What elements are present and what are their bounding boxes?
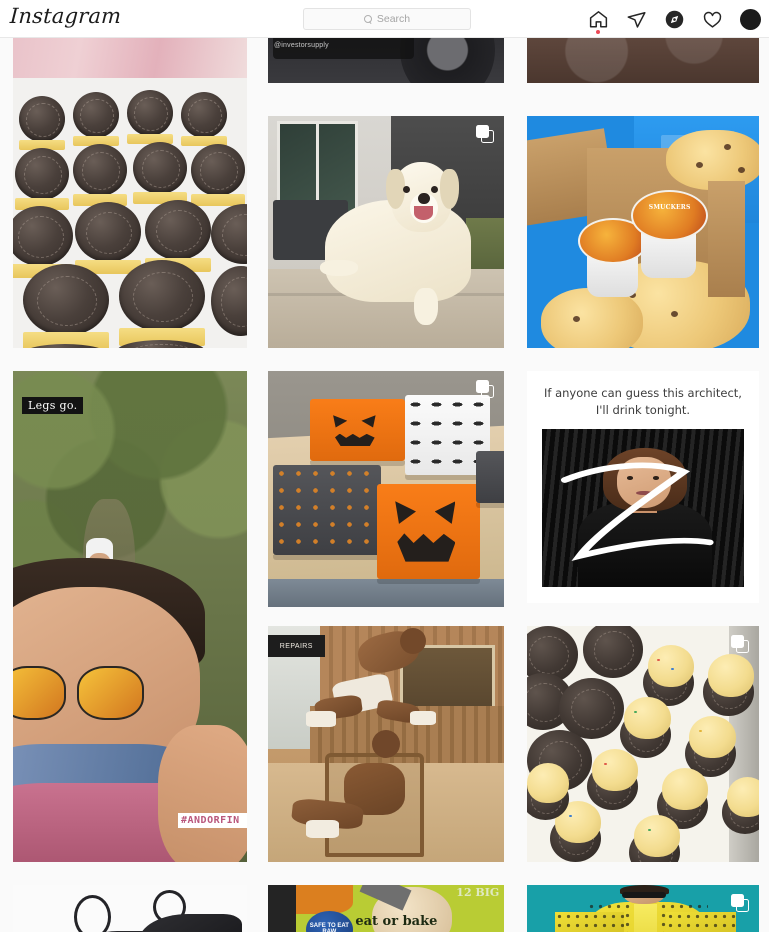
direct-message-icon[interactable] — [625, 8, 647, 30]
post-thumbnail — [13, 371, 247, 862]
explore-post[interactable] — [527, 885, 759, 932]
carousel-icon — [731, 894, 749, 912]
explore-post[interactable] — [268, 116, 504, 348]
post-thumbnail — [527, 885, 759, 932]
explore-grid: @investorsupply SMUCKERS Legs go. #ANDOR… — [0, 38, 769, 932]
explore-post[interactable] — [13, 78, 247, 348]
quote-line-1: If anyone can guess this architect, — [544, 385, 742, 400]
post-thumbnail: REPAIRS — [268, 626, 504, 862]
carousel-icon — [476, 125, 494, 143]
post-thumbnail — [13, 885, 247, 932]
search-icon — [363, 14, 373, 24]
post-thumbnail — [527, 38, 759, 83]
post-thumbnail — [527, 626, 759, 862]
explore-post[interactable]: REPAIRS — [268, 626, 504, 862]
explore-post[interactable]: SAFE TO EAT RAW eat or bake Limited Edit… — [268, 885, 504, 932]
explore-compass-icon[interactable] — [663, 8, 685, 30]
avatar-image — [739, 8, 761, 30]
search-placeholder: Search — [363, 13, 411, 25]
carousel-icon — [476, 380, 494, 398]
video-hashtag-overlay: #ANDORFIN — [178, 813, 247, 828]
profile-avatar[interactable] — [739, 8, 761, 30]
explore-post[interactable] — [268, 371, 504, 607]
quote-text: If anyone can guess this architect, I'll… — [541, 385, 745, 418]
eat-or-bake-text: eat or bake — [355, 913, 438, 929]
post-thumbnail — [13, 38, 247, 83]
search-placeholder-text: Search — [376, 13, 411, 25]
post-thumbnail — [268, 371, 504, 607]
activity-heart-icon[interactable] — [701, 8, 723, 30]
explore-post[interactable] — [13, 885, 247, 932]
video-caption-overlay: Legs go. — [22, 397, 84, 414]
instagram-logo[interactable]: Instagram — [9, 4, 122, 28]
pack-count-text: 12 BIG — [456, 885, 500, 899]
post-thumbnail: SMUCKERS — [527, 116, 759, 348]
post-thumbnail: SAFE TO EAT RAW eat or bake Limited Edit… — [268, 885, 504, 932]
search-input[interactable]: Search — [303, 8, 471, 30]
nav-icons — [587, 0, 761, 38]
explore-post[interactable]: If anyone can guess this architect, I'll… — [527, 371, 759, 603]
home-notification-dot — [596, 30, 600, 34]
home-icon[interactable] — [587, 8, 609, 34]
explore-post[interactable] — [527, 38, 759, 83]
app-header: Instagram Search — [0, 0, 769, 38]
quote-line-2: I'll drink tonight. — [595, 402, 691, 417]
post-thumbnail — [13, 78, 247, 348]
explore-post[interactable]: SMUCKERS — [527, 116, 759, 348]
post-thumbnail: If anyone can guess this architect, I'll… — [527, 371, 759, 603]
shop-sign-text: REPAIRS — [268, 635, 325, 657]
post-watermark: @investorsupply — [274, 42, 329, 49]
explore-post[interactable] — [527, 626, 759, 862]
explore-post[interactable] — [13, 38, 247, 83]
post-thumbnail — [268, 116, 504, 348]
safe-to-eat-raw-badge: SAFE TO EAT RAW — [309, 922, 349, 932]
explore-post[interactable]: @investorsupply — [268, 38, 504, 83]
carousel-icon — [731, 635, 749, 653]
syrup-brand-label: SMUCKERS — [648, 203, 691, 211]
z-monogram-icon — [561, 462, 714, 561]
explore-post[interactable]: Legs go. #ANDORFIN — [13, 371, 247, 862]
